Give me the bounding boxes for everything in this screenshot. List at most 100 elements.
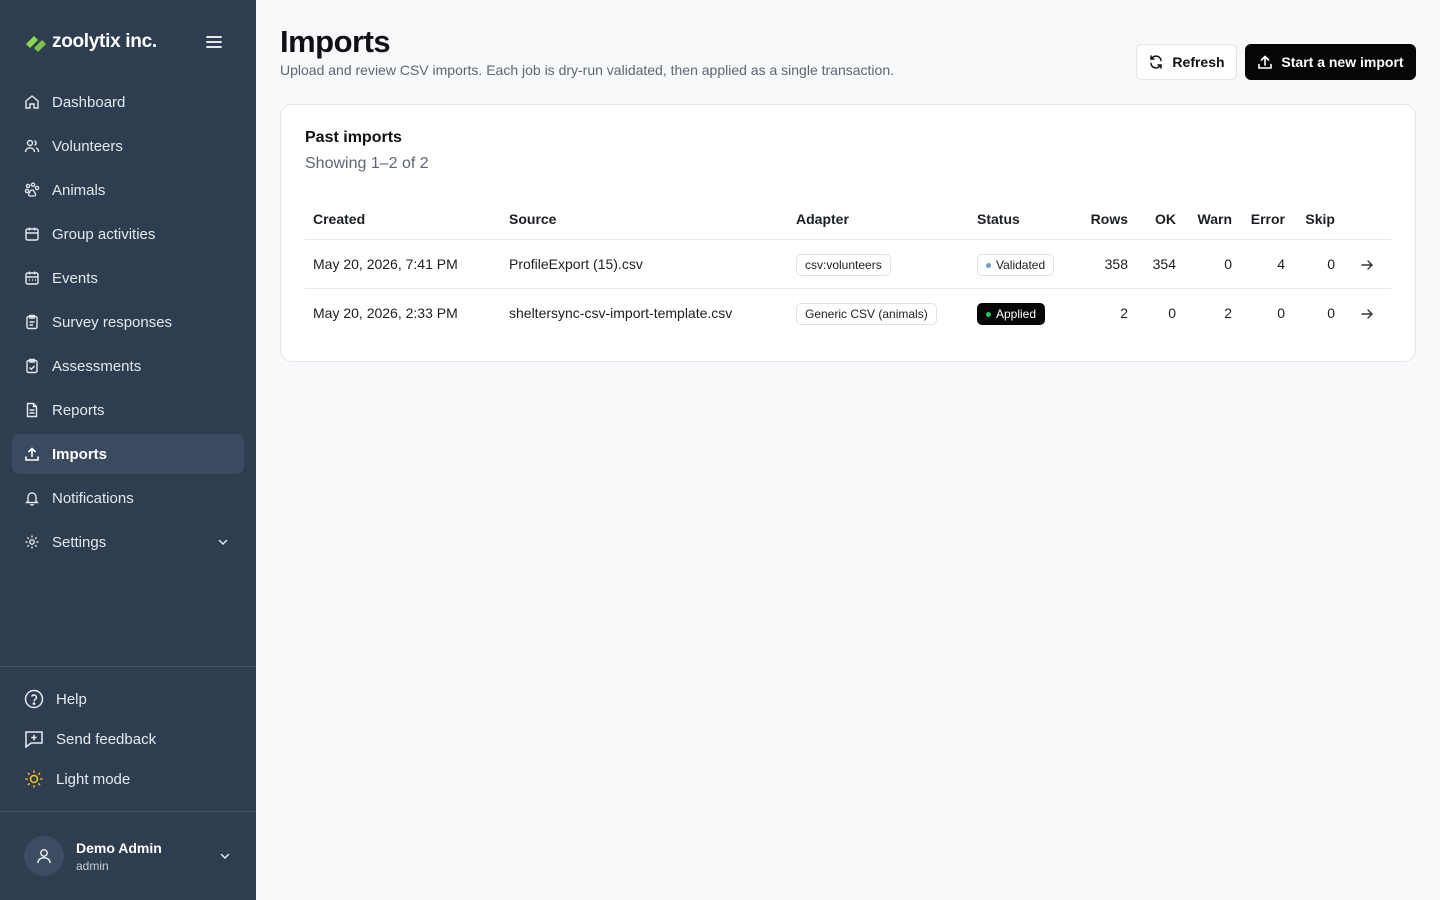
status-dot bbox=[986, 262, 991, 268]
cell-warn: 0 bbox=[1224, 256, 1232, 272]
status-badge: Validated bbox=[977, 254, 1055, 276]
cell-skip: 0 bbox=[1327, 305, 1335, 321]
sidebar-item-survey-responses[interactable]: Survey responses bbox=[12, 302, 244, 342]
clipboard-check-icon bbox=[24, 358, 40, 374]
send-feedback-link[interactable]: Send feedback bbox=[24, 725, 234, 753]
sidebar-item-notifications[interactable]: Notifications bbox=[12, 478, 244, 518]
adapter-badge: csv:volunteers bbox=[796, 254, 891, 276]
sidebar-item-animals[interactable]: Animals bbox=[12, 170, 244, 210]
zoolytix-logo-icon bbox=[26, 36, 46, 52]
upload-icon bbox=[24, 446, 40, 462]
cell-ok: 354 bbox=[1152, 256, 1176, 272]
sidebar-item-label: Settings bbox=[52, 533, 107, 551]
sidebar-item-volunteers[interactable]: Volunteers bbox=[12, 126, 244, 166]
home-icon bbox=[24, 94, 40, 110]
help-label: Help bbox=[56, 690, 87, 708]
sidebar-item-label: Imports bbox=[52, 445, 108, 463]
sidebar-item-label: Notifications bbox=[52, 489, 134, 507]
table-header: Created Source Adapter Status Rows OK Wa… bbox=[305, 201, 1391, 240]
sun-icon bbox=[24, 769, 44, 789]
light-mode-label: Light mode bbox=[56, 770, 131, 788]
column-header-adapter[interactable]: Adapter bbox=[796, 211, 849, 227]
cell-rows: 2 bbox=[1120, 305, 1128, 321]
users-icon bbox=[24, 138, 40, 154]
adapter-badge: Generic CSV (animals) bbox=[796, 303, 937, 325]
cell-ok: 0 bbox=[1168, 305, 1176, 321]
cell-created: May 20, 2026, 2:33 PM bbox=[313, 305, 458, 321]
sidebar-item-settings[interactable]: Settings bbox=[12, 522, 244, 562]
refresh-icon bbox=[1150, 55, 1163, 69]
arrow-right-icon[interactable] bbox=[1359, 306, 1375, 322]
chevron-down-icon bbox=[218, 539, 228, 546]
feedback-icon bbox=[24, 729, 44, 749]
cell-source: ProfileExport (15).csv bbox=[509, 256, 643, 272]
gear-icon bbox=[24, 534, 40, 550]
sidebar-item-label: Events bbox=[52, 269, 98, 287]
page-title: Imports bbox=[280, 24, 391, 59]
pagination-summary: Showing 1–2 of 2 bbox=[305, 155, 429, 172]
help-link[interactable]: Help bbox=[24, 685, 234, 713]
menu-toggle-icon[interactable] bbox=[204, 32, 224, 52]
cell-source: sheltersync-csv-import-template.csv bbox=[509, 305, 733, 321]
card-title: Past imports bbox=[305, 129, 402, 146]
bell-icon bbox=[24, 490, 40, 506]
cell-warn: 2 bbox=[1224, 305, 1232, 321]
sidebar-item-imports[interactable]: Imports bbox=[12, 434, 244, 474]
user-menu[interactable]: Demo Admin admin bbox=[24, 835, 234, 877]
start-new-import-label: Start a new import bbox=[1281, 54, 1404, 70]
cell-rows: 358 bbox=[1104, 256, 1128, 272]
sidebar-item-label: Dashboard bbox=[52, 93, 126, 111]
sidebar-item-assessments[interactable]: Assessments bbox=[12, 346, 244, 386]
sidebar-divider bbox=[0, 811, 256, 812]
status-dot bbox=[986, 311, 991, 317]
sidebar: zoolytix inc. Dashboard Volunteers Anima… bbox=[0, 0, 256, 900]
sidebar-nav: Dashboard Volunteers Animals Group activ… bbox=[12, 82, 244, 566]
sidebar-item-label: Survey responses bbox=[52, 313, 173, 331]
status-badge: Applied bbox=[977, 303, 1046, 325]
cell-created: May 20, 2026, 7:41 PM bbox=[313, 256, 458, 272]
cell-error: 4 bbox=[1277, 256, 1285, 272]
refresh-label: Refresh bbox=[1172, 54, 1225, 70]
refresh-button[interactable]: Refresh bbox=[1136, 44, 1237, 80]
status-label: Validated bbox=[996, 258, 1046, 272]
table-row[interactable]: May 20, 2026, 2:33 PM sheltersync-csv-im… bbox=[305, 289, 1391, 338]
send-feedback-label: Send feedback bbox=[56, 730, 157, 748]
column-header-rows[interactable]: Rows bbox=[1076, 211, 1128, 227]
column-header-created[interactable]: Created bbox=[313, 211, 365, 227]
user-name: Demo Admin bbox=[76, 839, 162, 856]
clipboard-icon bbox=[24, 314, 40, 330]
cell-error: 0 bbox=[1277, 305, 1285, 321]
sidebar-item-label: Group activities bbox=[52, 225, 156, 243]
sidebar-item-label: Volunteers bbox=[52, 137, 123, 155]
upload-icon bbox=[1258, 55, 1273, 69]
brand[interactable]: zoolytix inc. bbox=[24, 28, 157, 56]
imports-table: Created Source Adapter Status Rows OK Wa… bbox=[305, 201, 1391, 338]
sidebar-item-label: Assessments bbox=[52, 357, 142, 375]
user-role: admin bbox=[76, 858, 109, 873]
sidebar-item-label: Animals bbox=[52, 181, 106, 199]
help-circle-icon bbox=[24, 689, 44, 709]
column-header-source[interactable]: Source bbox=[509, 211, 556, 227]
sidebar-item-events[interactable]: Events bbox=[12, 258, 244, 298]
column-header-ok[interactable]: OK bbox=[1136, 211, 1176, 227]
calendar-icon bbox=[24, 226, 40, 242]
start-new-import-button[interactable]: Start a new import bbox=[1245, 44, 1416, 80]
light-mode-toggle[interactable]: Light mode bbox=[24, 765, 234, 793]
column-header-warn[interactable]: Warn bbox=[1186, 211, 1232, 227]
column-header-status[interactable]: Status bbox=[977, 211, 1020, 227]
sidebar-item-dashboard[interactable]: Dashboard bbox=[12, 82, 244, 122]
sidebar-item-label: Reports bbox=[52, 401, 105, 419]
sidebar-item-reports[interactable]: Reports bbox=[12, 390, 244, 430]
arrow-right-icon[interactable] bbox=[1359, 257, 1375, 273]
status-label: Applied bbox=[996, 307, 1037, 321]
past-imports-card: Past imports Showing 1–2 of 2 Created So… bbox=[280, 104, 1416, 362]
column-header-skip[interactable]: Skip bbox=[1294, 211, 1335, 227]
user-icon bbox=[37, 849, 51, 864]
chevron-down-icon bbox=[220, 853, 230, 860]
document-icon bbox=[24, 402, 40, 418]
column-header-error[interactable]: Error bbox=[1242, 211, 1285, 227]
avatar bbox=[24, 836, 64, 876]
sidebar-item-group-activities[interactable]: Group activities bbox=[12, 214, 244, 254]
table-row[interactable]: May 20, 2026, 7:41 PM ProfileExport (15)… bbox=[305, 240, 1391, 289]
page-subtitle: Upload and review CSV imports. Each job … bbox=[280, 62, 894, 78]
